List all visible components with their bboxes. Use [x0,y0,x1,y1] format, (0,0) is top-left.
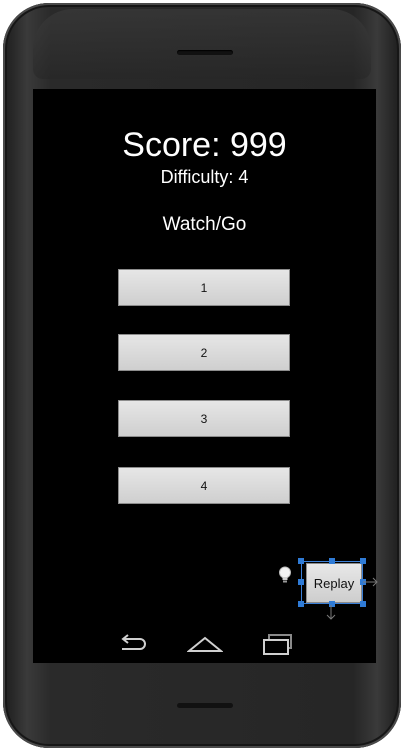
back-icon[interactable] [113,631,153,657]
game-button-2[interactable]: 2 [118,334,290,371]
lightbulb-icon[interactable] [278,566,292,584]
home-icon[interactable] [185,631,225,657]
score-label: Score: 999 [122,126,287,164]
device-screen: Score: 999 Difficulty: 4 Watch/Go 1 2 3 … [33,89,378,663]
navigation-bar [33,625,376,663]
recents-icon[interactable] [258,631,298,657]
resize-handle[interactable] [298,579,304,585]
arrow-down-icon [326,605,336,620]
bottom-speaker [177,703,233,708]
game-button-3[interactable]: 3 [118,400,290,437]
difficulty-label: Difficulty: 4 [160,167,249,187]
phone-top-bezel [33,9,371,79]
resize-handle[interactable] [298,601,304,607]
game-button-4[interactable]: 4 [118,467,290,504]
game-button-1[interactable]: 1 [118,269,290,306]
resize-handle[interactable] [298,558,304,564]
status-label: Watch/Go [162,214,247,235]
replay-button[interactable]: Replay [306,563,362,603]
earpiece-speaker [177,50,233,55]
phone-frame: Score: 999 Difficulty: 4 Watch/Go 1 2 3 … [3,3,401,748]
arrow-right-icon [363,577,378,587]
